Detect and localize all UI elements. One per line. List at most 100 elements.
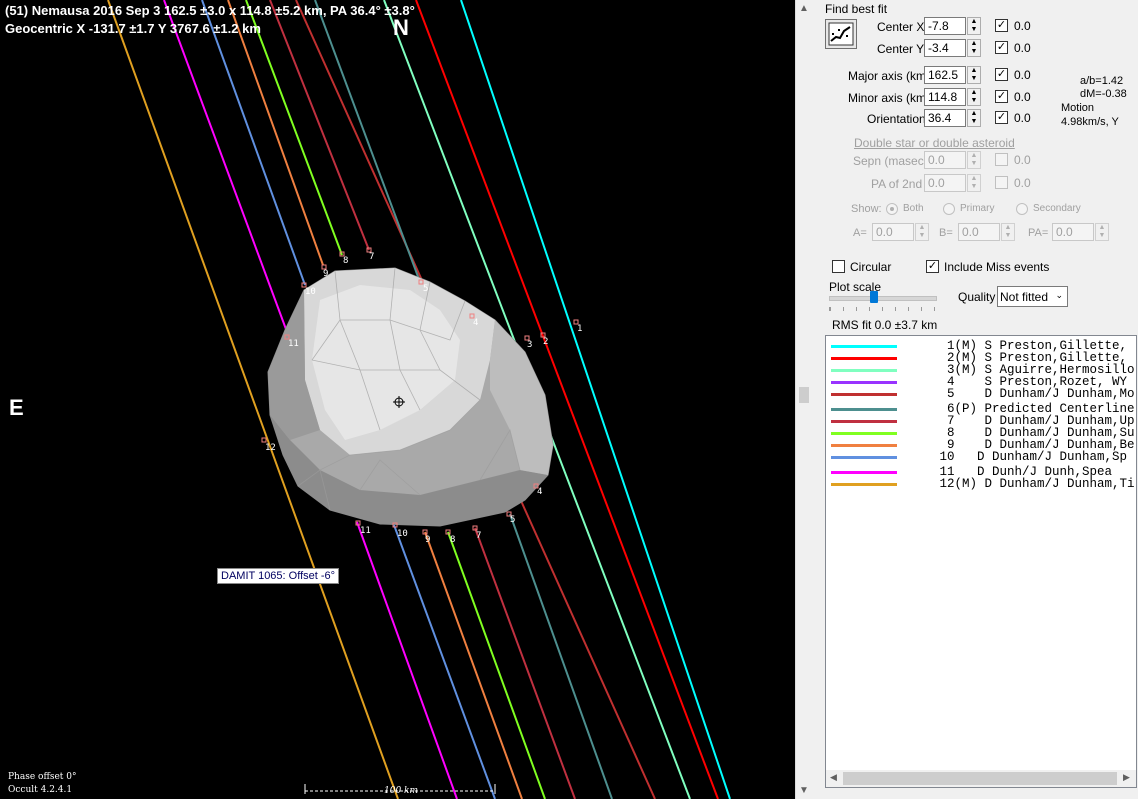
chord-number-label: 9 (323, 269, 329, 279)
observer-list[interactable]: 1(M) S Preston,Gillette, 2(M) S Preston,… (825, 335, 1137, 788)
center-x-input[interactable]: -7.8 (924, 17, 966, 35)
show-label: Show: (851, 203, 882, 215)
observer-color-swatch (831, 471, 897, 474)
a-input[interactable]: 0.0 (872, 223, 914, 241)
b-input[interactable]: 0.0 (958, 223, 1000, 241)
include-miss-checkbox[interactable]: ✓ (926, 260, 939, 273)
find-best-fit-button[interactable] (825, 19, 857, 49)
orientation-label: Orientation (867, 112, 926, 126)
center-x-checkbox[interactable]: ✓ (995, 19, 1008, 32)
show-primary-radio[interactable] (943, 203, 955, 215)
sepn-checkbox[interactable] (995, 153, 1008, 166)
observer-text: 5 D Dunham/J Dunham,Mo (917, 387, 1135, 401)
b-spinner[interactable]: ▲ ▼ (1001, 223, 1015, 241)
sepn-fit-value: 0.0 (1014, 153, 1031, 167)
scroll-thumb[interactable] (799, 387, 809, 403)
show-both-radio[interactable] (886, 203, 898, 215)
chord-line (474, 527, 576, 799)
chord-line (227, 0, 324, 266)
minor-axis-label: Minor axis (km) (848, 91, 931, 105)
plot-header-line2: Geocentric X -131.7 ±1.7 Y 3767.6 ±1.2 k… (5, 21, 261, 36)
scroll-right-icon[interactable]: ▶ (1123, 772, 1130, 783)
show-secondary-label: Secondary (1033, 203, 1081, 214)
event-marker (261, 437, 267, 443)
plot-vertical-scrollbar[interactable]: ▲ ▼ (795, 0, 813, 799)
center-y-input[interactable]: -3.4 (924, 39, 966, 57)
chord-line (424, 531, 523, 799)
delta-magnitude: dM=-0.38 (1080, 88, 1127, 100)
a-label: A= (853, 227, 867, 239)
chord-number-label: 11 (360, 526, 371, 536)
chord-line (393, 524, 496, 799)
plot-canvas (107, 0, 731, 799)
version-label: Occult 4.2.4.1 (8, 785, 73, 795)
quality-label: Quality (958, 290, 996, 304)
observer-list-hscrollbar[interactable]: ◀ ▶ (826, 770, 1136, 787)
chord-line (245, 0, 343, 256)
north-label: N (393, 15, 409, 40)
east-label: E (9, 395, 24, 420)
observer-color-swatch (831, 408, 897, 411)
chord-line (314, 0, 421, 283)
major-axis-input[interactable]: 162.5 (924, 66, 966, 84)
center-y-spinner[interactable]: ▲ ▼ (967, 39, 981, 57)
pa-input[interactable]: 0.0 (1052, 223, 1094, 241)
pa-spinner[interactable]: ▲ ▼ (1095, 223, 1109, 241)
orientation-spinner[interactable]: ▲ ▼ (967, 109, 981, 127)
chord-number-label: 10 (305, 287, 316, 297)
shape-model-label: DAMIT 1065: Offset -6° (217, 568, 340, 584)
chord-line (163, 0, 291, 341)
orientation-input[interactable]: 36.4 (924, 109, 966, 127)
center-x-spinner[interactable]: ▲ ▼ (967, 17, 981, 35)
observer-color-swatch (831, 420, 897, 423)
observer-color-swatch (831, 444, 897, 447)
a-spinner[interactable]: ▲ ▼ (915, 223, 929, 241)
pa2-spinner[interactable]: ▲ ▼ (967, 174, 981, 192)
scroll-up-icon[interactable]: ▲ (799, 3, 809, 14)
chord-number-label: 10 (397, 529, 408, 539)
occultation-plot[interactable]: (51) Nemausa 2016 Sep 3 162.5 ±3.0 x 114… (0, 0, 795, 799)
minor-axis-spinner[interactable]: ▲ ▼ (967, 88, 981, 106)
orientation-fit-value: 0.0 (1014, 111, 1031, 125)
sepn-input[interactable]: 0.0 (924, 151, 966, 169)
rms-fit-label: RMS fit 0.0 ±3.7 km (832, 318, 938, 332)
minor-axis-input[interactable]: 114.8 (924, 88, 966, 106)
circular-checkbox[interactable] (832, 260, 845, 273)
plot-scale-slider[interactable] (870, 291, 878, 303)
major-axis-checkbox[interactable]: ✓ (995, 68, 1008, 81)
major-axis-label: Major axis (km) (848, 69, 931, 83)
find-best-fit-label: Find best fit (825, 2, 888, 16)
plot-header-line1: (51) Nemausa 2016 Sep 3 162.5 ±3.0 x 114… (5, 3, 415, 18)
observer-color-swatch (831, 345, 897, 348)
orientation-checkbox[interactable]: ✓ (995, 111, 1008, 124)
minor-axis-checkbox[interactable]: ✓ (995, 90, 1008, 103)
center-y-label: Center Y (877, 42, 925, 56)
show-primary-label: Primary (960, 203, 995, 214)
observer-color-swatch (831, 483, 897, 486)
motion-label: Motion (1061, 102, 1095, 114)
observer-color-swatch (831, 357, 897, 360)
chord-number-label: 5 (423, 284, 429, 294)
quality-select[interactable]: Not fitted ⌄ (997, 286, 1068, 307)
chord-number-label: 4 (473, 318, 479, 328)
scroll-left-icon[interactable]: ◀ (830, 772, 837, 783)
chord-number-label: 8 (343, 256, 349, 266)
pa2-checkbox[interactable] (995, 176, 1008, 189)
chord-line (269, 0, 370, 251)
chord-number-label: 12 (265, 443, 276, 453)
observer-color-swatch (831, 456, 897, 459)
center-y-checkbox[interactable]: ✓ (995, 41, 1008, 54)
scroll-down-icon[interactable]: ▼ (799, 785, 809, 796)
major-axis-fit-value: 0.0 (1014, 68, 1031, 82)
quality-value: Not fitted (1000, 290, 1049, 304)
show-secondary-radio[interactable] (1016, 203, 1028, 215)
chevron-down-icon: ⌄ (1055, 290, 1063, 300)
hscroll-thumb[interactable] (843, 772, 1117, 785)
chord-number-label: 5 (510, 515, 516, 525)
major-axis-spinner[interactable]: ▲ ▼ (967, 66, 981, 84)
sepn-spinner[interactable]: ▲ ▼ (967, 151, 981, 169)
chord-number-label: 7 (476, 531, 482, 541)
pa2-input[interactable]: 0.0 (924, 174, 966, 192)
motion-value: 4.98km/s, Y (1061, 116, 1119, 128)
double-star-heading: Double star or double asteroid (854, 136, 1015, 150)
